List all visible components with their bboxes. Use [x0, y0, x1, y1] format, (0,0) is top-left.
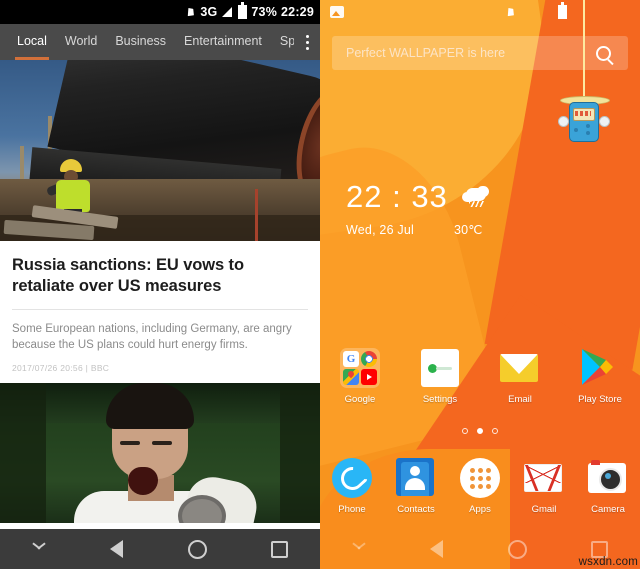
app-google-folder[interactable]: G Google — [330, 348, 390, 405]
page-dot-active[interactable] — [477, 428, 483, 434]
search-input[interactable]: Perfect WALLPAPER is here — [332, 46, 578, 60]
photo-icon — [330, 6, 344, 18]
app-phone[interactable]: Phone — [322, 458, 382, 515]
status-clock: 22:29 — [281, 5, 314, 19]
app-label: Camera — [591, 504, 625, 515]
tab-entertainment[interactable]: Entertainment — [175, 24, 271, 60]
app-label: Play Store — [578, 394, 622, 405]
app-dock: Phone Contacts Apps Gmail Camera — [320, 458, 640, 515]
back-icon[interactable] — [430, 540, 444, 558]
diamond-icon — [186, 8, 196, 17]
clock-sub-row: Wed, 26 Jul 30℃ — [346, 222, 492, 238]
app-label: Email — [508, 394, 532, 405]
maps-icon — [343, 369, 359, 385]
app-label: Google — [344, 394, 376, 405]
google-g-icon: G — [343, 351, 359, 367]
tab-sports[interactable]: Sp — [271, 24, 294, 60]
article-source: BBC — [90, 363, 110, 373]
left-phone-news-app: 3G 73% 22:29 Local World Business Entert… — [0, 0, 320, 569]
page-dot[interactable] — [462, 428, 468, 434]
tab-local[interactable]: Local — [8, 24, 56, 60]
battery-percent: 73% — [251, 5, 278, 19]
article-image-pipeline — [0, 60, 320, 241]
home-icon[interactable] — [187, 539, 207, 559]
app-label: Settings — [422, 394, 458, 405]
clock-time: 22 : 33 — [346, 179, 448, 214]
app-label: Phone — [338, 504, 366, 515]
app-apps-drawer[interactable]: Apps — [450, 458, 510, 515]
rain-cloud-icon — [461, 186, 492, 208]
recents-icon[interactable] — [270, 540, 288, 558]
right-phone-home-screen: 3G 73% 22:33 Perfect WALLPAPER is here 2… — [320, 0, 640, 569]
email-icon[interactable] — [500, 348, 540, 388]
app-gmail[interactable]: Gmail — [514, 458, 574, 515]
clock-temperature: 30℃ — [453, 223, 483, 237]
app-email[interactable]: Email — [490, 348, 550, 405]
camera-icon[interactable] — [588, 458, 628, 498]
collapse-icon[interactable] — [32, 545, 46, 553]
page-indicator — [320, 428, 640, 434]
clock-time-row: 22 : 33 — [346, 180, 492, 214]
app-settings[interactable]: Settings — [410, 348, 470, 405]
meta-separator: | — [85, 363, 89, 373]
network-label: 3G — [200, 5, 218, 19]
google-folder-icon[interactable]: G — [340, 348, 380, 388]
app-contacts[interactable]: Contacts — [386, 458, 446, 515]
settings-icon[interactable] — [420, 348, 460, 388]
gmail-icon[interactable] — [524, 458, 564, 498]
clock-date: Wed, 26 Jul — [346, 222, 414, 237]
overflow-menu-icon[interactable] — [294, 24, 320, 60]
left-navigation-bar — [0, 529, 320, 569]
article-summary: Some European nations, including Germany… — [12, 323, 292, 351]
collapse-icon[interactable] — [352, 545, 366, 553]
home-icon[interactable] — [507, 539, 527, 559]
dual-phone-screenshot: 3G 73% 22:29 Local World Business Entert… — [0, 0, 640, 569]
news-tab-bar: Local World Business Entertainment Sp — [0, 24, 320, 60]
app-label: Contacts — [397, 504, 435, 515]
page-dot[interactable] — [492, 428, 498, 434]
tab-business[interactable]: Business — [106, 24, 175, 60]
battery-icon — [236, 2, 248, 19]
app-camera[interactable]: Camera — [578, 458, 638, 515]
contacts-icon[interactable] — [396, 458, 436, 498]
article-timestamp: 2017/07/26 20:56 — [12, 363, 83, 373]
back-icon[interactable] — [110, 540, 124, 558]
play-store-glyph — [582, 349, 613, 385]
left-status-bar: 3G 73% 22:29 — [0, 0, 320, 24]
app-label: Apps — [469, 504, 491, 515]
phone-icon[interactable] — [332, 458, 372, 498]
apps-grid-icon[interactable] — [460, 458, 500, 498]
article-image-tennis[interactable] — [0, 383, 320, 523]
article-meta: 2017/07/26 20:56 | BBC — [0, 353, 320, 383]
article-headline[interactable]: Russia sanctions: EU vows to retaliate o… — [0, 241, 320, 297]
play-store-icon[interactable] — [580, 348, 620, 388]
youtube-icon — [361, 369, 377, 385]
app-row-1: G Google Settings Email Play Store — [320, 348, 640, 405]
chrome-icon — [361, 351, 377, 367]
signal-icon — [221, 7, 233, 17]
hanging-robot-decoration — [552, 0, 612, 148]
app-play-store[interactable]: Play Store — [570, 348, 630, 405]
clock-widget[interactable]: 22 : 33 Wed, 26 Jul 30℃ — [346, 180, 492, 237]
app-label: Gmail — [531, 504, 557, 515]
tab-world[interactable]: World — [56, 24, 106, 60]
recents-icon[interactable] — [590, 540, 608, 558]
watermark: wsxdn.com — [578, 556, 638, 568]
tab-list: Local World Business Entertainment Sp — [0, 24, 294, 60]
